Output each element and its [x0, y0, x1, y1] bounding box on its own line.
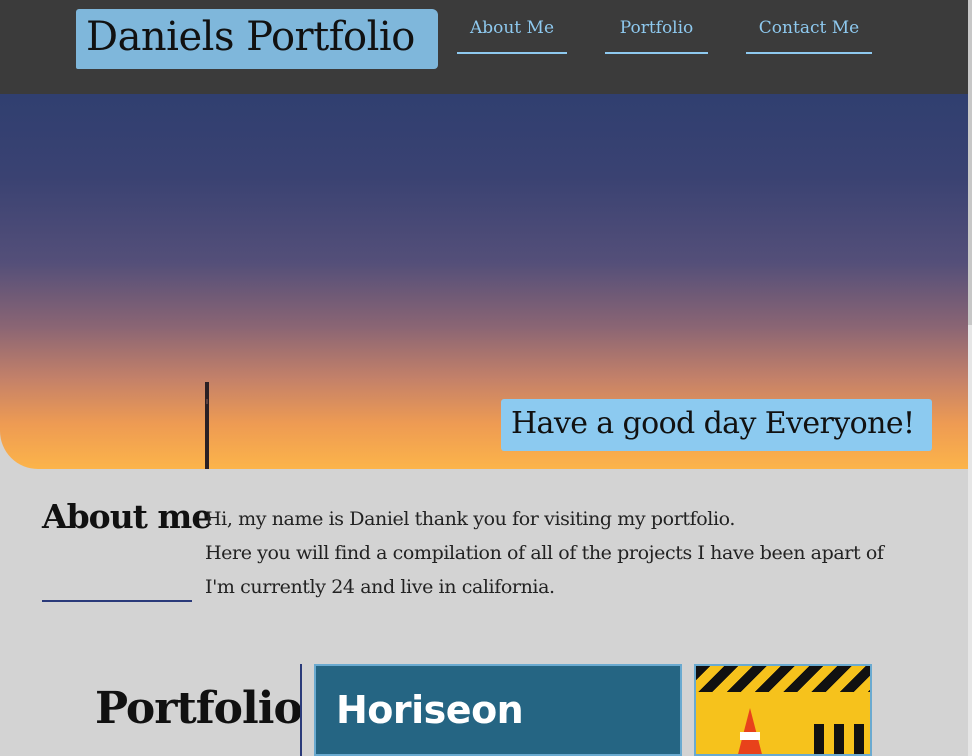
about-line: Hi, my name is Daniel thank you for visi…: [205, 508, 735, 530]
site-brand[interactable]: Daniels Portfolio: [76, 9, 438, 69]
hero-caption: Have a good day Everyone!: [501, 399, 932, 451]
about-description: Hi, my name is Daniel thank you for visi…: [205, 502, 945, 604]
nav-contact-me[interactable]: Contact Me: [746, 14, 872, 54]
barrier-bar: [814, 724, 824, 754]
site-header: Daniels Portfolio About Me Portfolio Con…: [0, 0, 972, 94]
antenna-silhouette: [205, 382, 209, 469]
about-divider: [42, 600, 192, 602]
barrier-bar: [834, 724, 844, 754]
horiseon-logo-text: Horiseon: [336, 688, 524, 732]
portfolio-card-under-construction[interactable]: [694, 664, 872, 756]
portfolio-card-horiseon[interactable]: Horiseon: [314, 664, 682, 756]
portfolio-heading: Portfolio: [95, 683, 303, 734]
hazard-stripe-graphic: [696, 666, 870, 692]
traffic-cone-band: [740, 732, 760, 740]
hero-banner: Have a good day Everyone!: [0, 94, 968, 469]
about-heading: About me: [42, 497, 212, 536]
portfolio-divider: [300, 664, 302, 756]
nav-about-me[interactable]: About Me: [457, 14, 567, 54]
antenna-tip: [206, 399, 208, 404]
barrier-bars-graphic: [814, 724, 864, 754]
about-line: Here you will find a compilation of all …: [205, 542, 884, 564]
page-scrollbar-thumb[interactable]: [968, 0, 972, 325]
barrier-bar: [854, 724, 864, 754]
nav-portfolio[interactable]: Portfolio: [605, 14, 708, 54]
about-line: I'm currently 24 and live in california.: [205, 576, 555, 598]
